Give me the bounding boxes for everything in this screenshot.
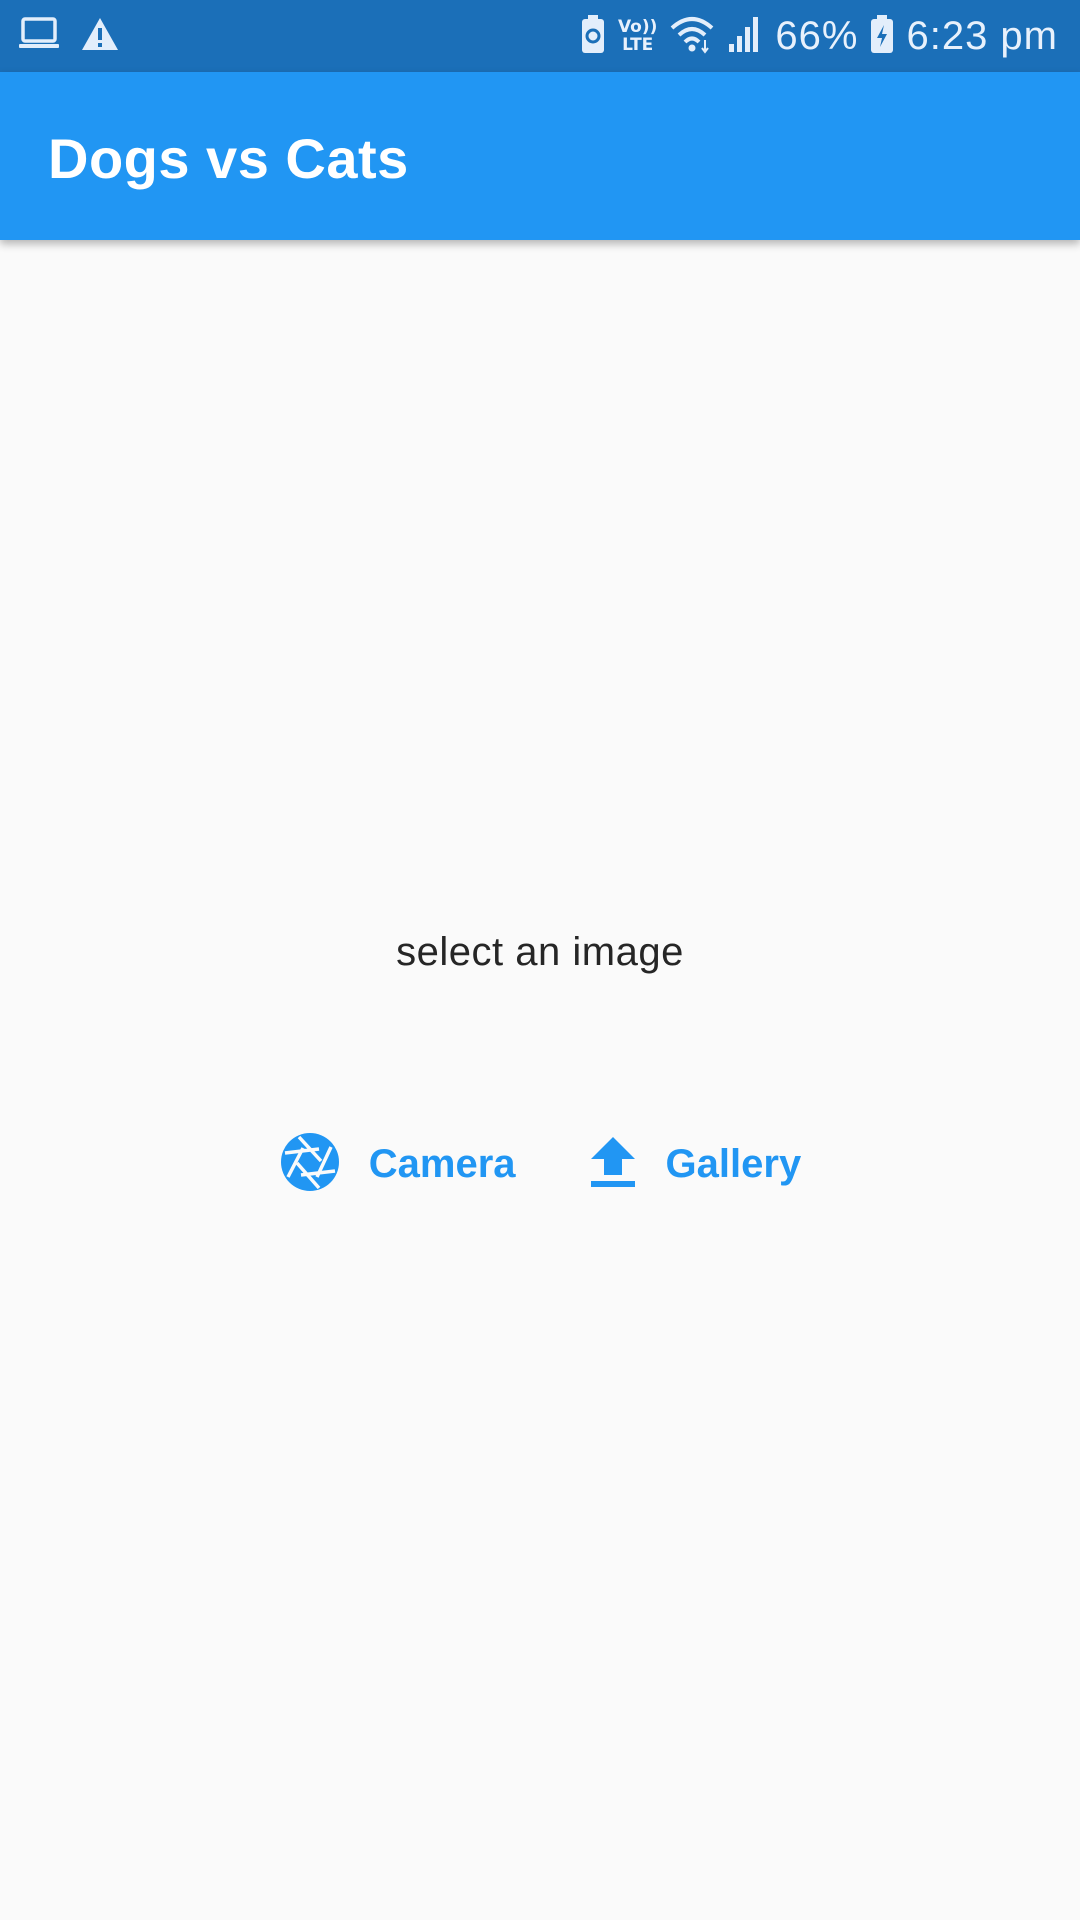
status-bar-left xyxy=(18,16,120,57)
app-bar: Dogs vs Cats xyxy=(0,72,1080,240)
signal-icon xyxy=(727,14,763,59)
wifi-icon xyxy=(669,14,715,59)
gallery-button-label: Gallery xyxy=(665,1141,802,1186)
upload-icon xyxy=(588,1135,638,1194)
gallery-button[interactable]: Gallery xyxy=(580,1124,810,1204)
camera-button[interactable]: Camera xyxy=(271,1124,524,1204)
battery-saver-icon xyxy=(580,14,606,59)
warning-icon xyxy=(80,16,120,57)
battery-percent: 66% xyxy=(775,14,859,58)
image-source-actions: Camera Gallery xyxy=(0,1124,1080,1204)
battery-icon xyxy=(870,14,894,59)
camera-button-label: Camera xyxy=(368,1141,516,1186)
clock: 6:23 pm xyxy=(906,14,1058,58)
volte-bottom-text: LTE xyxy=(622,35,654,55)
volte-top-text: Vo)) xyxy=(617,17,658,37)
status-bar: Vo)) LTE 66% 6:23 pm xyxy=(0,0,1080,72)
laptop-icon xyxy=(18,16,60,57)
camera-shutter-icon xyxy=(279,1131,341,1198)
select-image-prompt: select an image xyxy=(396,930,684,974)
main-content: select an image Camera Gallery xyxy=(0,240,1080,1920)
volte-icon: Vo)) LTE xyxy=(618,18,657,54)
app-title: Dogs vs Cats xyxy=(48,127,409,190)
status-bar-right: Vo)) LTE 66% 6:23 pm xyxy=(580,8,1058,64)
